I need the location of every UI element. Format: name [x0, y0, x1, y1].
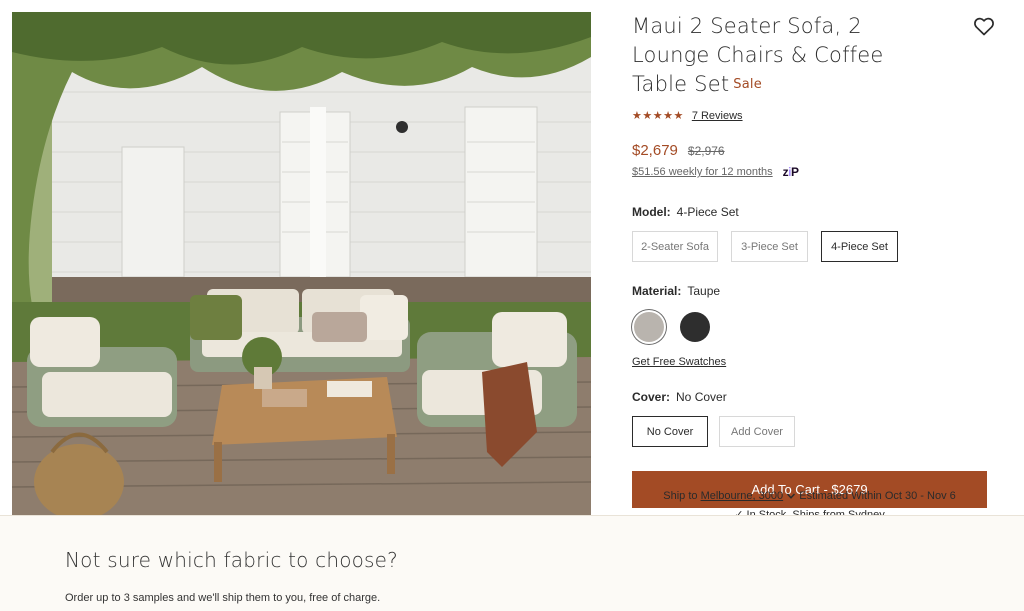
cover-selected: No Cover	[676, 390, 727, 404]
installment-link[interactable]: $51.56 weekly for 12 months	[632, 166, 773, 178]
current-price: $2,679	[632, 142, 678, 159]
cover-option-no-cover[interactable]: No Cover	[632, 416, 708, 447]
star-rating-icon: ★★★★★	[632, 110, 684, 122]
heart-icon[interactable]	[972, 14, 996, 38]
cover-label: Cover:	[632, 390, 671, 404]
product-title: Maui 2 Seater Sofa, 2 Lounge Chairs & Co…	[632, 12, 932, 99]
ship-estimate: Estimated Within Oct 30 - Nov 6	[799, 490, 956, 502]
ship-location-link[interactable]: Melbourne, 3000	[701, 490, 784, 502]
model-label-row: Model: 4-Piece Set	[632, 205, 992, 219]
reviews-link[interactable]: 7 Reviews	[692, 110, 743, 122]
swatch-taupe[interactable]	[634, 312, 664, 342]
zip-logo-p: P	[790, 165, 799, 179]
cover-option-add-cover[interactable]: Add Cover	[719, 416, 795, 447]
product-photo	[12, 12, 591, 515]
model-option-2-seater-sofa[interactable]: 2-Seater Sofa	[632, 231, 718, 262]
model-label: Model:	[632, 205, 671, 219]
fabric-samples-banner: Not sure which fabric to choose? Order u…	[0, 515, 1024, 611]
original-price: $2,976	[687, 144, 725, 158]
model-selected: 4-Piece Set	[676, 205, 739, 219]
material-selected: Taupe	[687, 284, 721, 298]
chevron-down-icon[interactable]	[786, 491, 796, 504]
material-label-row: Material: Taupe	[632, 284, 992, 298]
cover-label-row: Cover: No Cover	[632, 390, 992, 404]
model-options: 2-Seater Sofa 3-Piece Set 4-Piece Set	[632, 231, 992, 262]
sale-badge: Sale	[733, 77, 762, 92]
banner-heading: Not sure which fabric to choose?	[65, 548, 399, 572]
cover-options: No Cover Add Cover	[632, 416, 992, 447]
model-option-3-piece-set[interactable]: 3-Piece Set	[731, 231, 808, 262]
ship-prefix: Ship to	[663, 490, 698, 502]
swatch-charcoal[interactable]	[680, 312, 710, 342]
zip-logo: ziP	[783, 165, 799, 179]
model-option-4-piece-set[interactable]: 4-Piece Set	[821, 231, 898, 262]
price-row: $2,679 $2,976	[632, 142, 992, 159]
product-info-panel: Maui 2 Seater Sofa, 2 Lounge Chairs & Co…	[632, 12, 994, 508]
installment-row: $51.56 weekly for 12 months ziP	[632, 165, 992, 179]
material-label: Material:	[632, 284, 682, 298]
shipping-info: Ship to Melbourne, 3000 Estimated Within…	[632, 490, 987, 504]
rating-row: ★★★★★ 7 Reviews	[632, 109, 992, 123]
material-swatches	[632, 312, 992, 342]
free-swatches-link[interactable]: Get Free Swatches	[632, 356, 726, 368]
banner-text: Order up to 3 samples and we'll ship the…	[65, 592, 381, 604]
product-image[interactable]	[12, 12, 591, 515]
